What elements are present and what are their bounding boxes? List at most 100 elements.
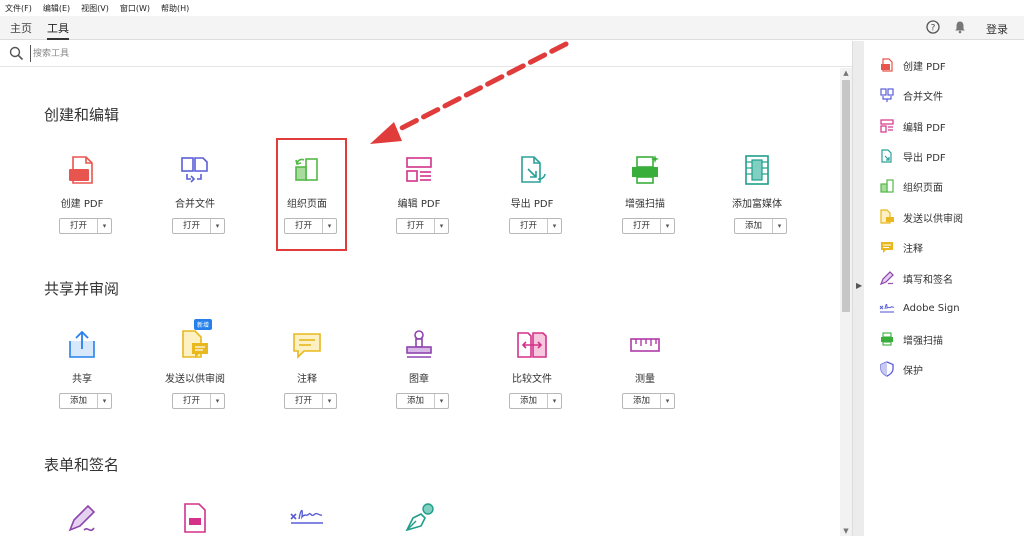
chevron-down-icon: ▾ xyxy=(665,222,670,230)
edit-pdf-icon xyxy=(406,157,432,182)
chevron-down-icon: ▾ xyxy=(215,222,220,230)
section-title-create-edit: 创建和编辑 xyxy=(44,106,120,124)
combine-files-icon xyxy=(181,157,208,183)
panel-item-organize-pages[interactable]: 组织页面 xyxy=(879,176,943,196)
tool-label: 图章 xyxy=(409,374,429,385)
panel-item-fill-sign[interactable]: 填写和签名 xyxy=(879,268,953,288)
prepare-form-icon[interactable] xyxy=(177,500,213,536)
panel-item-adobe-sign[interactable]: Adobe Sign xyxy=(879,298,960,318)
tab-home[interactable]: 主页 xyxy=(10,20,32,36)
fill-sign-icon xyxy=(879,271,894,286)
svg-text:?: ? xyxy=(931,24,936,34)
scroll-up-icon[interactable]: ▲ xyxy=(842,69,850,77)
open-button[interactable]: 打开 ▾ xyxy=(622,218,675,234)
panel-item-export-pdf[interactable]: 导出 PDF xyxy=(879,146,946,166)
enhance-scan-icon xyxy=(632,155,659,184)
tool-label: 合并文件 xyxy=(175,199,215,210)
create-pdf-icon xyxy=(881,58,893,72)
rich-media-icon xyxy=(745,155,769,185)
open-button[interactable]: 打开 ▾ xyxy=(172,393,225,409)
vertical-scrollbar[interactable]: ▲ ▼ xyxy=(840,68,852,536)
tool-label: 编辑 PDF xyxy=(397,199,441,210)
menu-edit[interactable]: 编辑(E) xyxy=(43,3,70,14)
tools-main-area: 创建和编辑 共享并审阅 表单和签名 创建 PDF 打开 ▾ 合并文件 打开 ▾ 组织… xyxy=(0,68,840,536)
bell-icon[interactable] xyxy=(953,20,967,34)
menu-bar: 文件(F) 编辑(E) 视图(V) 窗口(W) 帮助(H) xyxy=(0,0,1024,16)
help-icon[interactable]: ? xyxy=(926,20,940,34)
chevron-down-icon: ▾ xyxy=(777,222,782,230)
top-tab-bar: 主页 工具 ? 登录 xyxy=(0,16,1024,40)
open-button[interactable]: 打开 ▾ xyxy=(396,218,449,234)
open-button[interactable]: 打开 ▾ xyxy=(172,218,225,234)
tab-tools[interactable]: 工具 xyxy=(47,20,69,40)
compare-icon xyxy=(517,332,547,358)
panel-item-combine-files[interactable]: 合并文件 xyxy=(879,85,943,105)
adobe-sign-icon xyxy=(879,303,895,313)
panel-item-create-pdf[interactable]: 创建 PDF xyxy=(879,55,946,75)
send-review-icon xyxy=(182,330,208,358)
section-title-forms-sign: 表单和签名 xyxy=(44,456,120,474)
menu-file[interactable]: 文件(F) xyxy=(5,3,32,14)
panel-item-protect[interactable]: 保护 xyxy=(879,359,923,379)
add-button[interactable]: 添加 ▾ xyxy=(59,393,112,409)
search-bar xyxy=(0,41,852,67)
highlight-box xyxy=(276,138,347,251)
create-pdf-icon xyxy=(69,156,93,184)
adobe-sign-icon[interactable] xyxy=(289,500,325,536)
login-button[interactable]: 登录 xyxy=(986,21,1008,37)
send-review-icon xyxy=(880,209,894,224)
stamp-icon xyxy=(406,330,432,358)
tool-label: 添加富媒体 xyxy=(732,199,782,210)
panel-collapse-strip[interactable]: ▶ xyxy=(852,41,864,536)
chevron-down-icon: ▾ xyxy=(102,222,107,230)
measure-icon xyxy=(630,338,660,352)
fill-sign-icon[interactable] xyxy=(64,500,100,536)
chevron-down-icon: ▾ xyxy=(215,397,220,405)
open-button[interactable]: 打开 ▾ xyxy=(284,393,337,409)
open-button[interactable]: 打开 ▾ xyxy=(59,218,112,234)
chevron-down-icon: ▾ xyxy=(552,397,557,405)
panel-item-edit-pdf[interactable]: 编辑 PDF xyxy=(879,116,946,136)
enhance-scan-icon xyxy=(881,332,893,346)
chevron-down-icon: ▾ xyxy=(327,397,332,405)
comment-icon xyxy=(293,333,321,359)
add-button[interactable]: 添加 ▾ xyxy=(734,218,787,234)
panel-item-send-review[interactable]: 发送以供审阅 xyxy=(879,207,963,227)
chevron-down-icon: ▾ xyxy=(665,397,670,405)
edit-pdf-icon xyxy=(880,119,894,133)
export-pdf-icon xyxy=(521,156,546,183)
combine-files-icon xyxy=(880,88,894,102)
right-tools-panel: 创建 PDF 合并文件 编辑 PDF 导出 PDF 组织页面 发送以供审阅 注释… xyxy=(865,41,1024,536)
tool-label: 发送以供审阅 xyxy=(165,374,225,385)
export-pdf-icon xyxy=(881,149,892,163)
add-button[interactable]: 添加 ▾ xyxy=(396,393,449,409)
open-button[interactable]: 打开 ▾ xyxy=(509,218,562,234)
panel-item-comment[interactable]: 注释 xyxy=(879,237,923,257)
section-title-share-review: 共享并审阅 xyxy=(44,280,120,298)
panel-item-enhance-scan[interactable]: 增强扫描 xyxy=(879,329,943,349)
add-button[interactable]: 添加 ▾ xyxy=(622,393,675,409)
comment-icon xyxy=(881,242,893,253)
chevron-right-icon[interactable]: ▶ xyxy=(856,281,862,290)
search-input[interactable] xyxy=(30,45,330,62)
menu-window[interactable]: 窗口(W) xyxy=(120,3,150,14)
tool-label: 创建 PDF xyxy=(60,199,104,210)
chevron-down-icon: ▾ xyxy=(102,397,107,405)
scroll-thumb[interactable] xyxy=(842,80,850,312)
shield-icon xyxy=(880,361,894,377)
tool-label: 导出 PDF xyxy=(510,199,554,210)
certificates-icon[interactable] xyxy=(401,500,437,536)
add-button[interactable]: 添加 ▾ xyxy=(509,393,562,409)
chevron-down-icon: ▾ xyxy=(439,397,444,405)
organize-pages-icon xyxy=(880,179,894,193)
tool-label: 共享 xyxy=(72,374,92,385)
share-icon xyxy=(69,330,95,358)
tool-label: 测量 xyxy=(635,374,655,385)
tool-label: 增强扫描 xyxy=(625,199,665,210)
menu-help[interactable]: 帮助(H) xyxy=(161,3,189,14)
menu-view[interactable]: 视图(V) xyxy=(81,3,109,14)
scroll-down-icon[interactable]: ▼ xyxy=(842,527,850,535)
search-icon xyxy=(9,46,24,61)
chevron-down-icon: ▾ xyxy=(439,222,444,230)
tool-label: 比较文件 xyxy=(512,374,552,385)
